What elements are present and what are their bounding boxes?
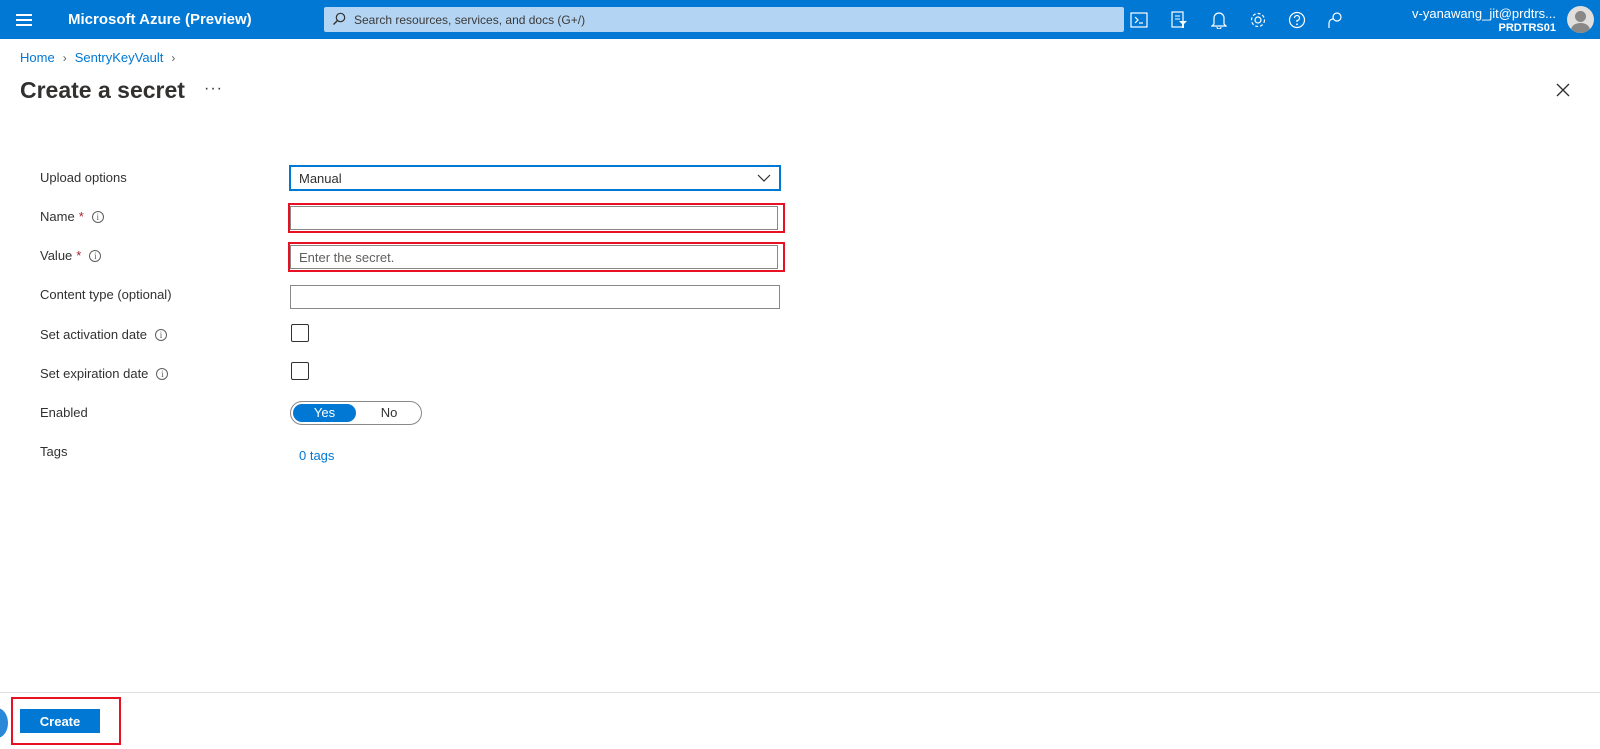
value-highlight — [288, 242, 785, 272]
expiration-date-checkbox[interactable] — [291, 362, 309, 380]
tags-link[interactable]: 0 tags — [299, 448, 334, 463]
chevron-right-icon: › — [171, 50, 176, 65]
global-search[interactable] — [324, 7, 1124, 32]
cloud-shell-icon[interactable] — [1128, 9, 1150, 31]
notifications-icon[interactable] — [1208, 9, 1230, 31]
directory-filter-icon[interactable] — [1168, 9, 1190, 31]
activation-date-label: Set activation date i — [40, 327, 167, 342]
user-directory: PRDTRS01 — [1498, 22, 1556, 34]
upload-options-dropdown[interactable]: Manual — [289, 165, 781, 191]
info-icon[interactable]: i — [89, 249, 102, 262]
breadcrumb-keyvault[interactable]: SentryKeyVault — [75, 50, 164, 65]
content-type-label: Content type (optional) — [40, 287, 172, 302]
enabled-yes-option[interactable]: Yes — [293, 404, 356, 422]
name-highlight — [288, 203, 785, 233]
more-options-icon[interactable]: ··· — [204, 80, 223, 98]
required-marker: * — [78, 209, 84, 224]
upload-options-value: Manual — [299, 171, 342, 186]
user-account[interactable]: v-yanawang_jit@prdtrs... PRDTRS01 — [1412, 6, 1556, 35]
top-bar: Microsoft Azure (Preview) v-yanawang_jit… — [0, 0, 1600, 39]
settings-icon[interactable] — [1247, 9, 1269, 31]
breadcrumb: Home › SentryKeyVault › — [20, 50, 183, 65]
expiration-date-label: Set expiration date i — [40, 366, 169, 381]
portal-brand[interactable]: Microsoft Azure (Preview) — [68, 11, 252, 28]
avatar[interactable] — [1567, 6, 1594, 33]
search-input[interactable] — [354, 7, 1114, 32]
required-marker: * — [76, 248, 82, 263]
create-highlight — [11, 697, 121, 745]
activation-date-checkbox[interactable] — [291, 324, 309, 342]
upload-options-label: Upload options — [40, 170, 127, 185]
footer-divider — [0, 692, 1600, 693]
value-label: Value * i — [40, 248, 102, 263]
enabled-label: Enabled — [40, 405, 88, 420]
info-icon[interactable]: i — [91, 210, 104, 223]
enabled-no-option[interactable]: No — [359, 404, 419, 422]
feedback-icon[interactable] — [1325, 9, 1347, 31]
content-type-input[interactable] — [290, 285, 780, 309]
chevron-down-icon — [757, 174, 771, 182]
chevron-right-icon: › — [62, 50, 67, 65]
info-icon[interactable]: i — [156, 367, 169, 380]
tags-label: Tags — [40, 444, 68, 459]
enabled-toggle[interactable]: Yes No — [290, 401, 422, 425]
search-icon — [333, 12, 346, 25]
help-icon[interactable] — [1286, 9, 1308, 31]
name-label: Name * i — [40, 209, 104, 224]
breadcrumb-home[interactable]: Home — [20, 50, 55, 65]
side-panel-handle[interactable] — [0, 708, 8, 738]
info-icon[interactable]: i — [154, 328, 167, 341]
user-name: v-yanawang_jit@prdtrs... — [1412, 6, 1556, 21]
close-icon[interactable] — [1555, 82, 1571, 98]
menu-icon[interactable] — [14, 11, 34, 28]
page-title: Create a secret — [20, 77, 185, 103]
